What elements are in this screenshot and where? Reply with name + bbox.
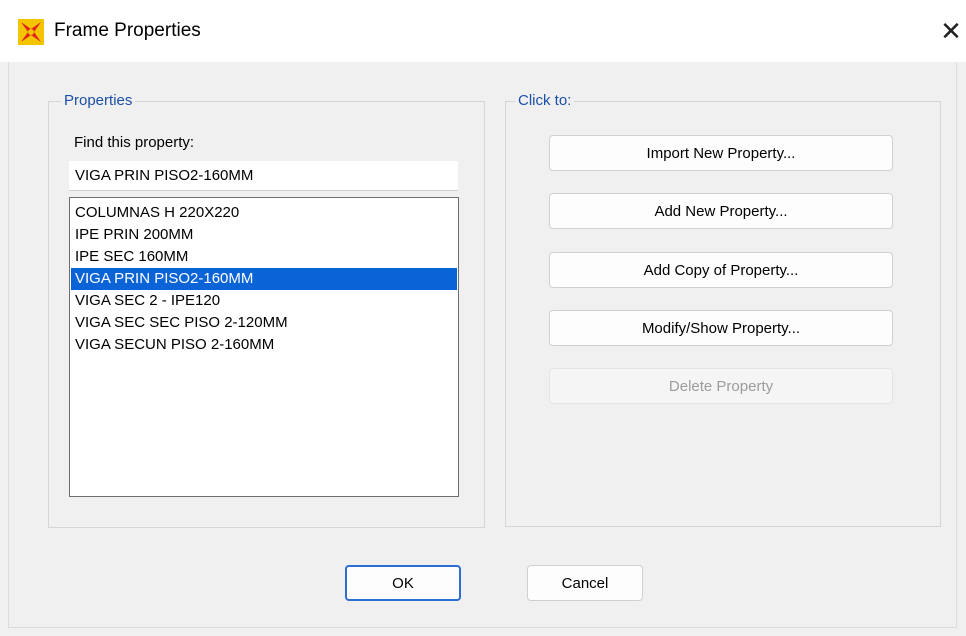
add-copy-of-property-button[interactable]: Add Copy of Property... [549, 252, 893, 288]
modify-show-property-button[interactable]: Modify/Show Property... [549, 310, 893, 346]
frame-properties-dialog: Frame Properties ✕ Properties Find this … [0, 0, 966, 636]
actions-legend: Click to: [515, 92, 575, 109]
property-list-item[interactable]: VIGA SEC SEC PISO 2-120MM [71, 312, 457, 334]
property-listbox[interactable]: COLUMNAS H 220X220 IPE PRIN 200MM IPE SE… [69, 197, 459, 497]
property-list-item[interactable]: VIGA SECUN PISO 2-160MM [71, 334, 457, 356]
sap-x-logo-icon [18, 19, 44, 45]
property-list-item[interactable]: IPE PRIN 200MM [71, 224, 457, 246]
property-list-item[interactable]: COLUMNAS H 220X220 [71, 202, 457, 224]
add-new-property-button[interactable]: Add New Property... [549, 193, 893, 229]
cancel-button[interactable]: Cancel [527, 565, 643, 601]
import-new-property-button[interactable]: Import New Property... [549, 135, 893, 171]
property-list-item[interactable]: VIGA SEC 2 - IPE120 [71, 290, 457, 312]
window-title: Frame Properties [54, 20, 201, 41]
properties-legend: Properties [61, 92, 136, 109]
find-property-input[interactable] [69, 161, 458, 191]
property-list-item[interactable]: VIGA PRIN PISO2-160MM [71, 268, 457, 290]
close-button[interactable]: ✕ [936, 16, 966, 46]
property-list-item[interactable]: IPE SEC 160MM [71, 246, 457, 268]
close-icon: ✕ [940, 15, 962, 46]
delete-property-button: Delete Property [549, 368, 893, 404]
title-bar[interactable]: Frame Properties ✕ [0, 0, 966, 62]
find-property-label: Find this property: [74, 134, 195, 151]
ok-button[interactable]: OK [345, 565, 461, 601]
